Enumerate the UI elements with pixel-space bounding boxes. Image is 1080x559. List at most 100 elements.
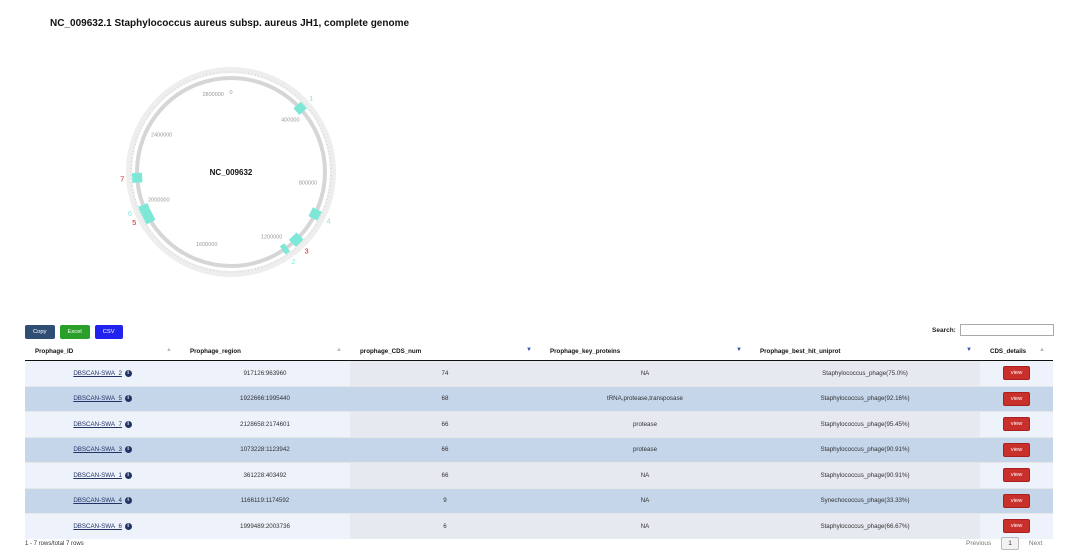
prophage-id-link[interactable]: DBSCAN-SWA_5 (73, 395, 122, 402)
genome-tick-label: 2800000 (202, 92, 223, 98)
sort-desc-icon: ▼ (526, 347, 532, 353)
cell-cds-details: view (980, 436, 1053, 463)
info-icon[interactable]: i (124, 497, 132, 505)
cell-prophage-id: DBSCAN-SWA_3 i (25, 436, 180, 463)
sort-icon: ▲ (336, 347, 342, 353)
sort-desc-icon: ▼ (736, 347, 742, 353)
cell-key-proteins: tRNA,protease,transposase (540, 385, 750, 412)
table-row: DBSCAN-SWA_1 i 361228:403492 66 NA Staphyloc… (25, 462, 1053, 488)
prophage-number-label: 2 (292, 257, 296, 266)
info-icon[interactable]: i (124, 369, 132, 377)
col-prophage-region[interactable]: Prophage_region ▲ (180, 342, 350, 361)
col-prophage-id[interactable]: Prophage_ID ▲ (25, 342, 180, 361)
genome-center-label: NC_009632 (210, 168, 253, 177)
prophage-id-link[interactable]: DBSCAN-SWA_6 (73, 523, 122, 530)
prophage-table: Prophage_ID ▲ Prophage_region ▲ prophage_C… (25, 342, 1053, 539)
col-best-hit[interactable]: Prophage_best_hit_uniprot ▼ (750, 342, 980, 361)
prophage-id-link[interactable]: DBSCAN-SWA_7 (73, 421, 122, 428)
genome-tick-label: 2400000 (151, 132, 172, 138)
cell-cds-details: view (980, 411, 1053, 437)
circular-genome-map: NC_009632 0 400000 800000 1200000 1600000 2000… (100, 62, 362, 302)
cell-cds-num: 66 (350, 411, 540, 437)
cell-cds-num: 66 (350, 436, 540, 463)
previous-button[interactable]: Previous (962, 538, 995, 549)
col-key-proteins[interactable]: Prophage_key_proteins ▼ (540, 342, 750, 361)
table-header-row: Prophage_ID ▲ Prophage_region ▲ prophage_C… (25, 342, 1053, 361)
info-icon[interactable]: i (124, 522, 132, 530)
sort-icon: ▲ (166, 347, 172, 353)
cell-best-hit: Staphylococcus_phage(75.0%) (750, 360, 980, 386)
search-label: Search: (932, 326, 956, 334)
prophage-id-link[interactable]: DBSCAN-SWA_1 (73, 472, 122, 479)
page-1-button[interactable]: 1 (1001, 537, 1019, 550)
cell-cds-details: view (980, 462, 1053, 488)
cell-region: 1073228:1123942 (180, 436, 350, 463)
prophage-marker (131, 172, 143, 183)
prophage-number-label: 3 (305, 246, 309, 255)
table-row: DBSCAN-SWA_3 i 1073228:1123942 66 protease S… (25, 436, 1053, 463)
cell-cds-num: 68 (350, 385, 540, 412)
prophage-number-label: 4 (326, 217, 330, 226)
cell-key-proteins: NA (540, 513, 750, 539)
cell-cds-num: 66 (350, 462, 540, 488)
cell-best-hit: Staphylococcus_phage(90.91%) (750, 462, 980, 488)
cell-best-hit: Synechococcus_phage(33.33%) (750, 487, 980, 514)
table-row: DBSCAN-SWA_5 i 1922666:1995440 68 tRNA,prot… (25, 385, 1053, 412)
table-row: DBSCAN-SWA_2 i 917126:963960 74 NA Staphyloc… (25, 360, 1053, 386)
prophage-id-link[interactable]: DBSCAN-SWA_4 (73, 497, 122, 504)
cell-key-proteins: protease (540, 411, 750, 437)
page-title: NC_009632.1 Staphylococcus aureus subsp.… (50, 18, 410, 29)
excel-button[interactable]: Excel (59, 325, 90, 339)
info-icon[interactable]: i (124, 420, 132, 428)
genome-map-svg: NC_009632 0 400000 800000 1200000 1600000 2000… (120, 67, 336, 277)
info-icon[interactable]: i (124, 395, 132, 403)
pagination: Previous 1 Next (962, 537, 1046, 550)
genome-tick-label: 0 (229, 90, 232, 96)
cell-best-hit: Staphylococcus_phage(95.45%) (750, 411, 980, 437)
view-button[interactable]: view (1002, 468, 1031, 483)
cell-cds-details: view (980, 513, 1053, 539)
prophage-number-label: 1 (309, 94, 313, 103)
cell-cds-details: view (980, 487, 1053, 514)
prophage-id-link[interactable]: DBSCAN-SWA_3 (73, 446, 122, 453)
table-row: DBSCAN-SWA_7 i 2128658:2174601 66 protease S… (25, 411, 1053, 437)
next-button[interactable]: Next (1025, 538, 1046, 549)
col-cds-num[interactable]: prophage_CDS_num ▼ (350, 342, 540, 361)
copy-button[interactable]: Copy (25, 325, 55, 339)
view-button[interactable]: view (1002, 519, 1031, 534)
info-icon[interactable]: i (124, 446, 132, 454)
prophage-id-link[interactable]: DBSCAN-SWA_2 (73, 370, 122, 377)
cell-best-hit: Staphylococcus_phage(66.67%) (750, 513, 980, 539)
csv-button[interactable]: CSV (94, 325, 123, 339)
cell-region: 1999489:2003736 (180, 513, 350, 539)
genome-tick-label: 1600000 (196, 242, 217, 248)
view-button[interactable]: view (1002, 417, 1031, 432)
prophage-number-label: 5 (132, 218, 136, 227)
cell-cds-details: view (980, 385, 1053, 412)
genome-tick-label: 1200000 (261, 235, 282, 241)
genome-tick-label: 800000 (299, 180, 317, 186)
col-cds-details[interactable]: CDS_details ▲ (980, 342, 1053, 361)
export-buttons: Copy Excel CSV (25, 325, 123, 339)
cell-prophage-id: DBSCAN-SWA_5 i (25, 385, 180, 412)
view-button[interactable]: view (1002, 493, 1031, 508)
info-icon[interactable]: i (124, 471, 132, 479)
search-input[interactable] (959, 324, 1054, 336)
cell-cds-num: 6 (350, 513, 540, 539)
view-button[interactable]: view (1002, 442, 1031, 457)
cell-region: 1922666:1995440 (180, 385, 350, 412)
prophage-number-label: 6 (128, 209, 132, 218)
sort-desc-icon: ▼ (966, 347, 972, 353)
cell-region: 2128658:2174601 (180, 411, 350, 437)
cell-best-hit: Staphylococcus_phage(92.16%) (750, 385, 980, 412)
prophage-number-label: 7 (120, 175, 124, 184)
search-box: Search: (932, 324, 1054, 336)
cell-best-hit: Staphylococcus_phage(90.91%) (750, 436, 980, 463)
genome-tick-label: 400000 (281, 117, 299, 123)
table-row: DBSCAN-SWA_6 i 1999489:2003736 6 NA Staphylo… (25, 513, 1053, 539)
cell-region: 361228:403492 (180, 462, 350, 488)
view-button[interactable]: view (1002, 366, 1031, 381)
cell-key-proteins: protease (540, 436, 750, 463)
view-button[interactable]: view (1002, 391, 1031, 406)
cell-cds-num: 9 (350, 487, 540, 514)
